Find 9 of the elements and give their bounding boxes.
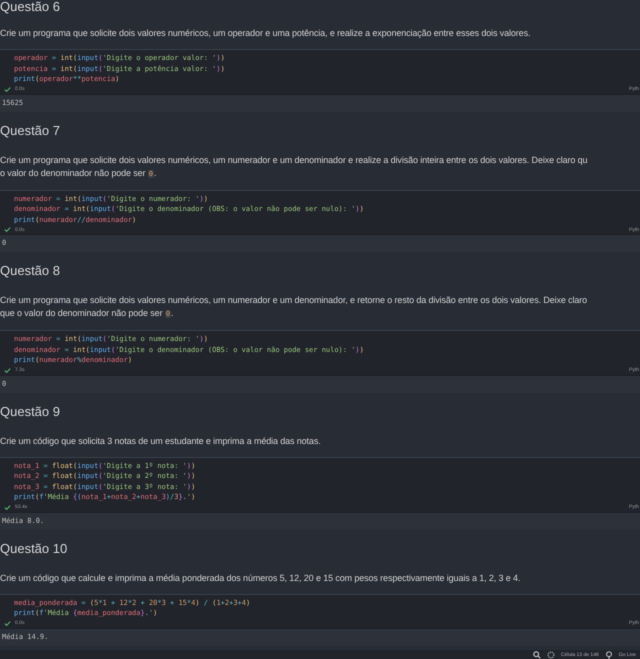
search-icon[interactable]: [532, 650, 541, 658]
question-paragraph: Crie um código que solicita 3 notas de um estudante e imprima a média das notas.: [0, 434, 322, 448]
section-heading: Questão 8: [0, 263, 61, 279]
section-heading: Questão 7: [0, 122, 61, 138]
section-heading: Questão 6: [0, 0, 61, 15]
section-heading: Questão 10: [0, 540, 68, 556]
section-heading: Questão 9: [0, 404, 61, 420]
question-paragraph: Crie um programa que solicite dois valores numéricos, um operador e uma potência, e realize a exponenciação entre esses dois valores.: [0, 27, 532, 40]
question-paragraph: Crie um código que calcule e imprima a média ponderada dos números 5, 12, 20 e 15 com pesos respectivamente iguais a 1, 2, 3 e 4.: [0, 572, 522, 585]
